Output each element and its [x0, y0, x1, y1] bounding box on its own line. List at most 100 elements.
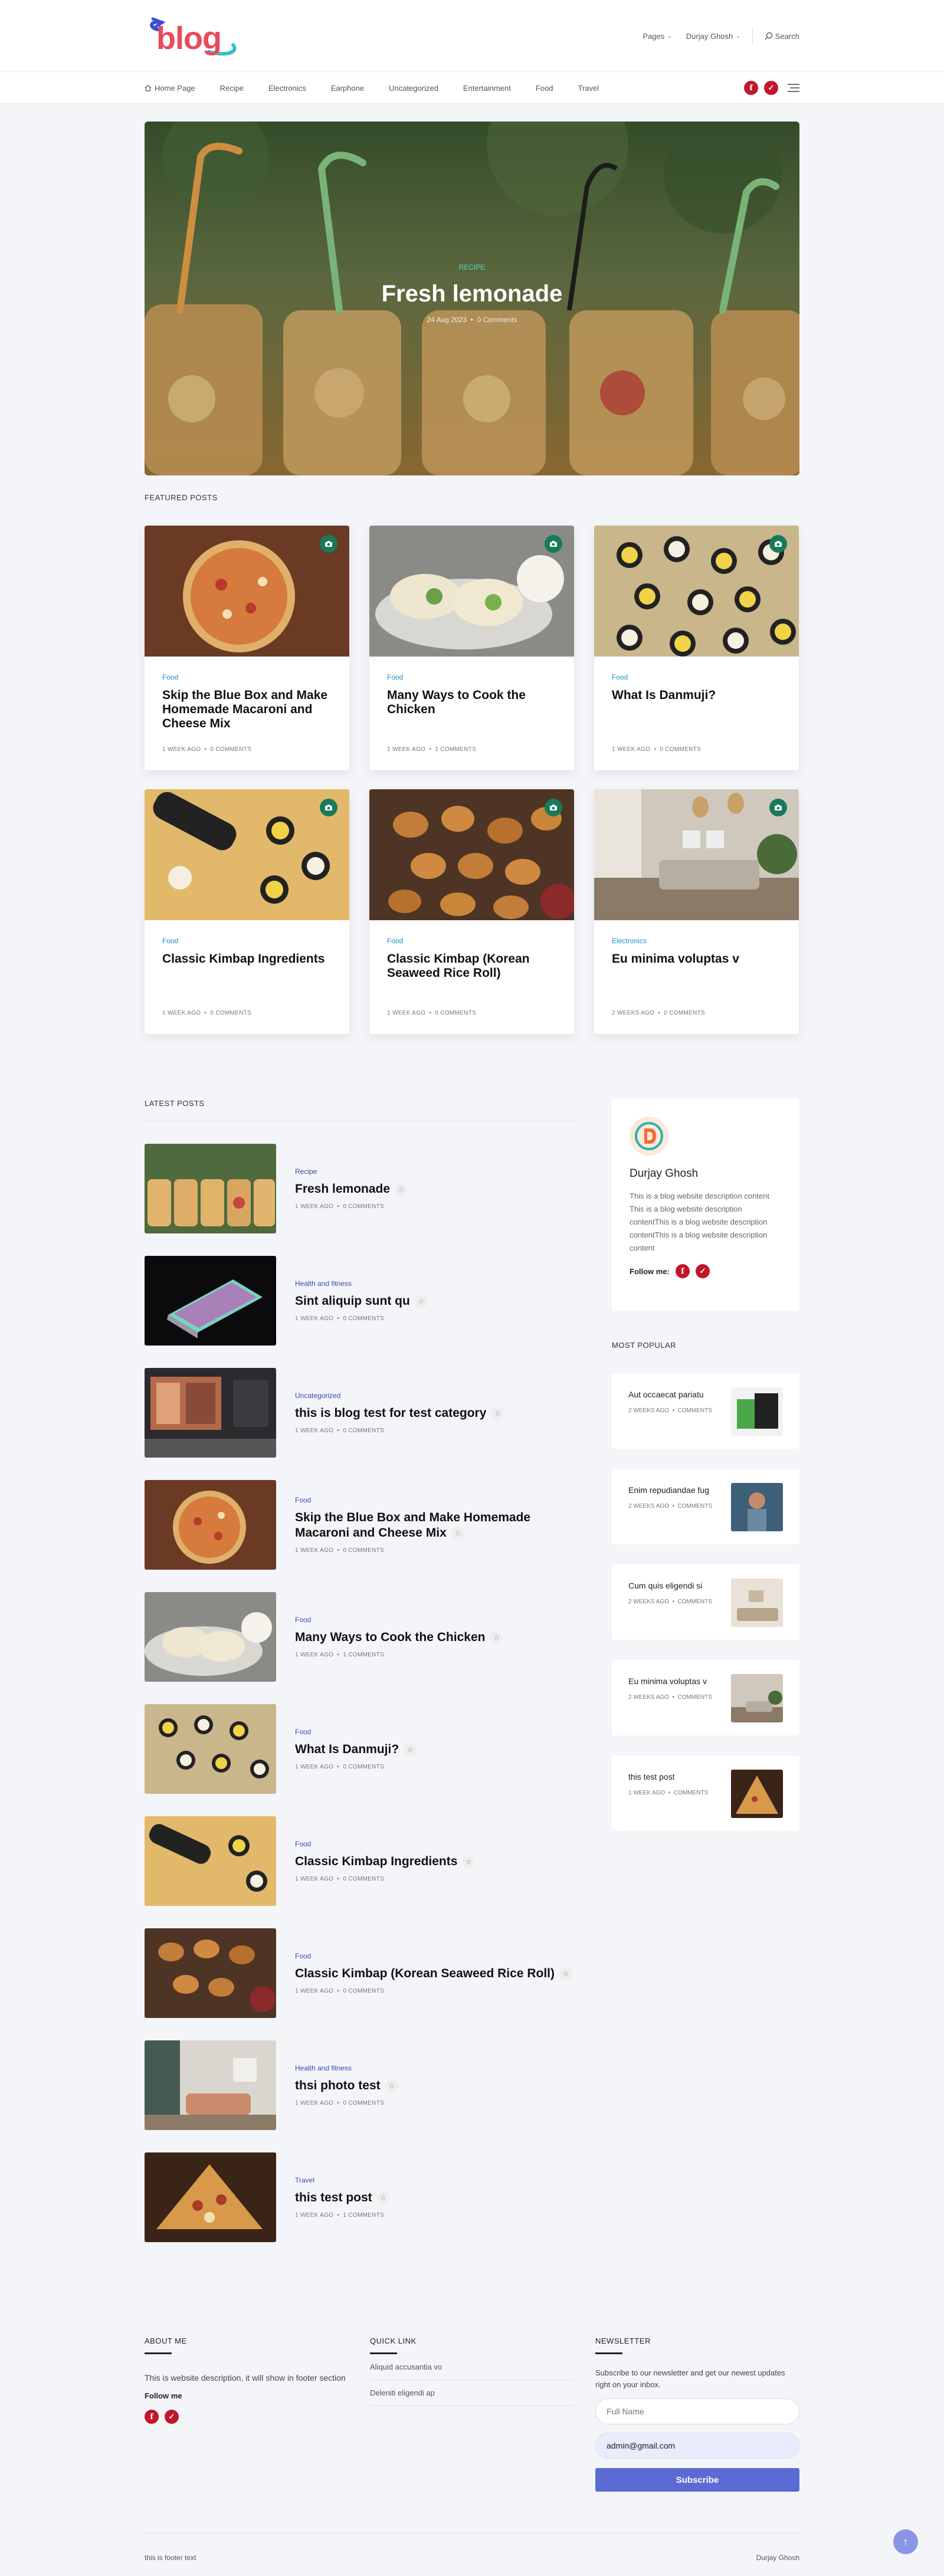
post-title[interactable]: thsi photo test — [295, 2079, 381, 2092]
post-title[interactable]: this is blog test for test category — [295, 1406, 486, 1420]
menu-item-entertainment[interactable]: Entertainment — [463, 84, 511, 93]
popular-title[interactable]: this test post — [628, 1772, 708, 1781]
card-category[interactable]: Food — [612, 673, 781, 681]
post-title[interactable]: Fresh lemonade — [295, 1182, 390, 1196]
card-title[interactable]: Many Ways to Cook the Chicken — [387, 688, 556, 717]
popular-title[interactable]: Eu minima voluptas v — [628, 1676, 712, 1686]
list-item[interactable]: Food What Is Danmuji? ☆ 1 WEEK AGO • 0 CO… — [145, 1704, 578, 1794]
list-item[interactable]: Health and fitness Sint aliquip sunt qu ☆… — [145, 1256, 578, 1346]
menu-item-food[interactable]: Food — [536, 84, 553, 93]
search-button[interactable]: Search — [765, 32, 799, 41]
star-icon[interactable]: ☆ — [491, 1407, 504, 1420]
popular-item[interactable]: this test post 1 WEEK AGO • COMMENTS — [612, 1755, 799, 1831]
popular-thumbnail[interactable] — [731, 1770, 783, 1818]
hero-category[interactable]: RECIPE — [145, 263, 799, 271]
featured-card[interactable]: Electronics Eu minima voluptas v 2 WEEKS… — [594, 789, 799, 1034]
popular-title[interactable]: Cum quis eligendi si — [628, 1581, 712, 1590]
post-thumbnail[interactable] — [145, 1480, 276, 1570]
card-category[interactable]: Food — [387, 673, 556, 681]
card-title[interactable]: Eu minima voluptas v — [612, 952, 781, 966]
post-category[interactable]: Health and fitness — [295, 2064, 398, 2072]
subscribe-button[interactable]: Subscribe — [595, 2468, 799, 2492]
email-input[interactable] — [595, 2433, 799, 2459]
post-thumbnail[interactable] — [145, 2040, 276, 2130]
quick-link[interactable]: Aliquid accusantia vo — [370, 2354, 574, 2380]
post-thumbnail[interactable] — [145, 1256, 276, 1346]
post-category[interactable]: Recipe — [295, 1167, 408, 1176]
list-item[interactable]: Recipe Fresh lemonade ☆ 1 WEEK AGO • 0 CO… — [145, 1144, 578, 1233]
facebook-icon[interactable]: f — [145, 2410, 159, 2424]
post-thumbnail[interactable] — [145, 1368, 276, 1458]
menu-item-recipe[interactable]: Recipe — [220, 84, 244, 93]
post-thumbnail[interactable] — [145, 1928, 276, 2018]
hamburger-menu-icon[interactable] — [788, 84, 799, 92]
post-category[interactable]: Food — [295, 1952, 572, 1960]
post-thumbnail[interactable] — [145, 1704, 276, 1794]
twitter-icon[interactable]: ✓ — [165, 2410, 179, 2424]
post-category[interactable]: Travel — [295, 2176, 390, 2184]
list-item[interactable]: Food Skip the Blue Box and Make Homemade… — [145, 1480, 578, 1570]
menu-item-uncategorized[interactable]: Uncategorized — [389, 84, 438, 93]
post-category[interactable]: Uncategorized — [295, 1392, 504, 1400]
list-item[interactable]: Food Many Ways to Cook the Chicken ☆ 1 WE… — [145, 1592, 578, 1682]
featured-card[interactable]: Food Skip the Blue Box and Make Homemade… — [145, 526, 349, 770]
star-icon[interactable]: ☆ — [404, 1743, 417, 1757]
popular-thumbnail[interactable] — [731, 1483, 783, 1531]
card-title[interactable]: Skip the Blue Box and Make Homemade Maca… — [162, 688, 332, 731]
post-title[interactable]: Skip the Blue Box and Make Homemade Maca… — [295, 1511, 530, 1539]
twitter-icon[interactable]: ✓ — [695, 1264, 710, 1279]
list-item[interactable]: Food Classic Kimbap Ingredients ☆ 1 WEEK … — [145, 1816, 578, 1906]
star-icon[interactable]: ☆ — [462, 1855, 476, 1869]
popular-item[interactable]: Aut occaecat pariatu 2 WEEKS AGO • COMMEN… — [612, 1373, 799, 1449]
post-title[interactable]: Many Ways to Cook the Chicken — [295, 1630, 485, 1644]
popular-item[interactable]: Eu minima voluptas v2 WEEKS AGO • COMMEN… — [612, 1660, 799, 1735]
popular-item[interactable]: Enim repudiandae fug 2 WEEKS AGO • COMMEN… — [612, 1469, 799, 1544]
list-item[interactable]: Food Classic Kimbap (Korean Seaweed Rice… — [145, 1928, 578, 2018]
post-thumbnail[interactable] — [145, 1144, 276, 1233]
list-item[interactable]: Health and fitness thsi photo test ☆ 1 WE… — [145, 2040, 578, 2130]
post-title[interactable]: What Is Danmuji? — [295, 1743, 399, 1756]
nav-user-dropdown[interactable]: Durjay Ghosh ⌄ — [686, 32, 740, 41]
post-title[interactable]: Classic Kimbap Ingredients — [295, 1855, 457, 1868]
star-icon[interactable]: ☆ — [395, 1183, 408, 1196]
featured-card[interactable]: Food Classic Kimbap Ingredients 1 WEEK A… — [145, 789, 349, 1034]
post-category[interactable]: Food — [295, 1840, 475, 1848]
star-icon[interactable]: ☆ — [490, 1631, 503, 1645]
post-category[interactable]: Food — [295, 1496, 578, 1504]
post-title[interactable]: Sint aliquip sunt qu — [295, 1294, 410, 1308]
post-title[interactable]: this test post — [295, 2191, 372, 2204]
card-title[interactable]: Classic Kimbap Ingredients — [162, 952, 332, 966]
card-category[interactable]: Food — [387, 937, 556, 945]
popular-thumbnail[interactable] — [731, 1674, 783, 1722]
post-category[interactable]: Food — [295, 1728, 417, 1736]
list-item[interactable]: Uncategorized this is blog test for test… — [145, 1368, 578, 1458]
star-icon[interactable]: ☆ — [451, 1526, 464, 1540]
footer-copy-right[interactable]: Durjay Ghosh — [756, 2554, 799, 2562]
facebook-icon[interactable]: f — [675, 1264, 690, 1279]
facebook-icon[interactable]: f — [744, 81, 758, 95]
card-title[interactable]: Classic Kimbap (Korean Seaweed Rice Roll… — [387, 952, 556, 980]
star-icon[interactable]: ☆ — [559, 1967, 572, 1981]
post-thumbnail[interactable] — [145, 1816, 276, 1906]
menu-item-earphone[interactable]: Earphone — [331, 84, 364, 93]
card-title[interactable]: What Is Danmuji? — [612, 688, 781, 703]
post-category[interactable]: Health and fitness — [295, 1279, 428, 1288]
menu-item-travel[interactable]: Travel — [578, 84, 599, 93]
list-item[interactable]: Travel this test post ☆ 1 WEEK AGO • 1 CO… — [145, 2152, 578, 2242]
popular-thumbnail[interactable] — [731, 1579, 783, 1627]
featured-card[interactable]: Food What Is Danmuji? 1 WEEK AGO • 0 COM… — [594, 526, 799, 770]
card-category[interactable]: Electronics — [612, 937, 781, 945]
card-category[interactable]: Food — [162, 937, 332, 945]
post-category[interactable]: Food — [295, 1616, 503, 1624]
nav-pages-dropdown[interactable]: Pages ⌄ — [643, 32, 671, 41]
star-icon[interactable]: ☆ — [376, 2191, 390, 2205]
hero-title[interactable]: Fresh lemonade — [145, 281, 799, 307]
star-icon[interactable]: ☆ — [414, 1295, 428, 1308]
popular-title[interactable]: Aut occaecat pariatu — [628, 1390, 712, 1399]
menu-item-electronics[interactable]: Electronics — [268, 84, 306, 93]
featured-card[interactable]: Food Classic Kimbap (Korean Seaweed Rice… — [369, 789, 574, 1034]
twitter-icon[interactable]: ✓ — [764, 81, 778, 95]
star-icon[interactable]: ☆ — [385, 2079, 398, 2093]
popular-item[interactable]: Cum quis eligendi si 2 WEEKS AGO • COMMEN… — [612, 1564, 799, 1640]
post-title[interactable]: Classic Kimbap (Korean Seaweed Rice Roll… — [295, 1967, 555, 1980]
